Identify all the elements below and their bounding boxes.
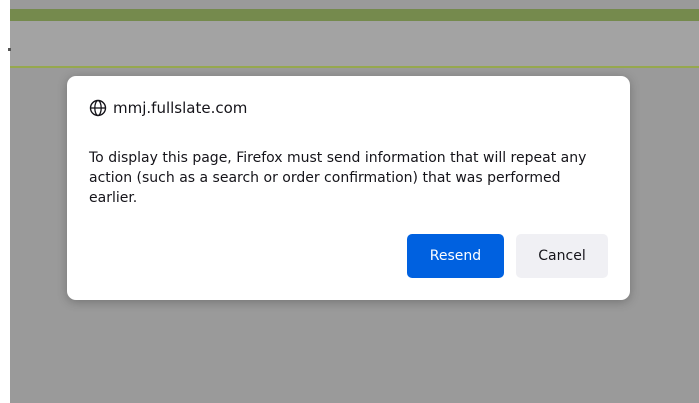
site-top-strip [10,9,699,21]
dialog-host-text: mmj.fullslate.com [113,99,248,117]
cancel-button[interactable]: Cancel [516,234,608,278]
globe-icon [89,99,107,117]
dialog-message: To display this page, Firefox must send … [89,150,587,206]
site-header-divider [10,66,699,68]
site-header-band [10,21,699,66]
resend-confirmation-dialog: mmj.fullslate.com To display this page, … [67,76,630,300]
edge-mark [8,48,11,51]
resend-button[interactable]: Resend [407,234,504,278]
dialog-host-row: mmj.fullslate.com [89,99,247,117]
